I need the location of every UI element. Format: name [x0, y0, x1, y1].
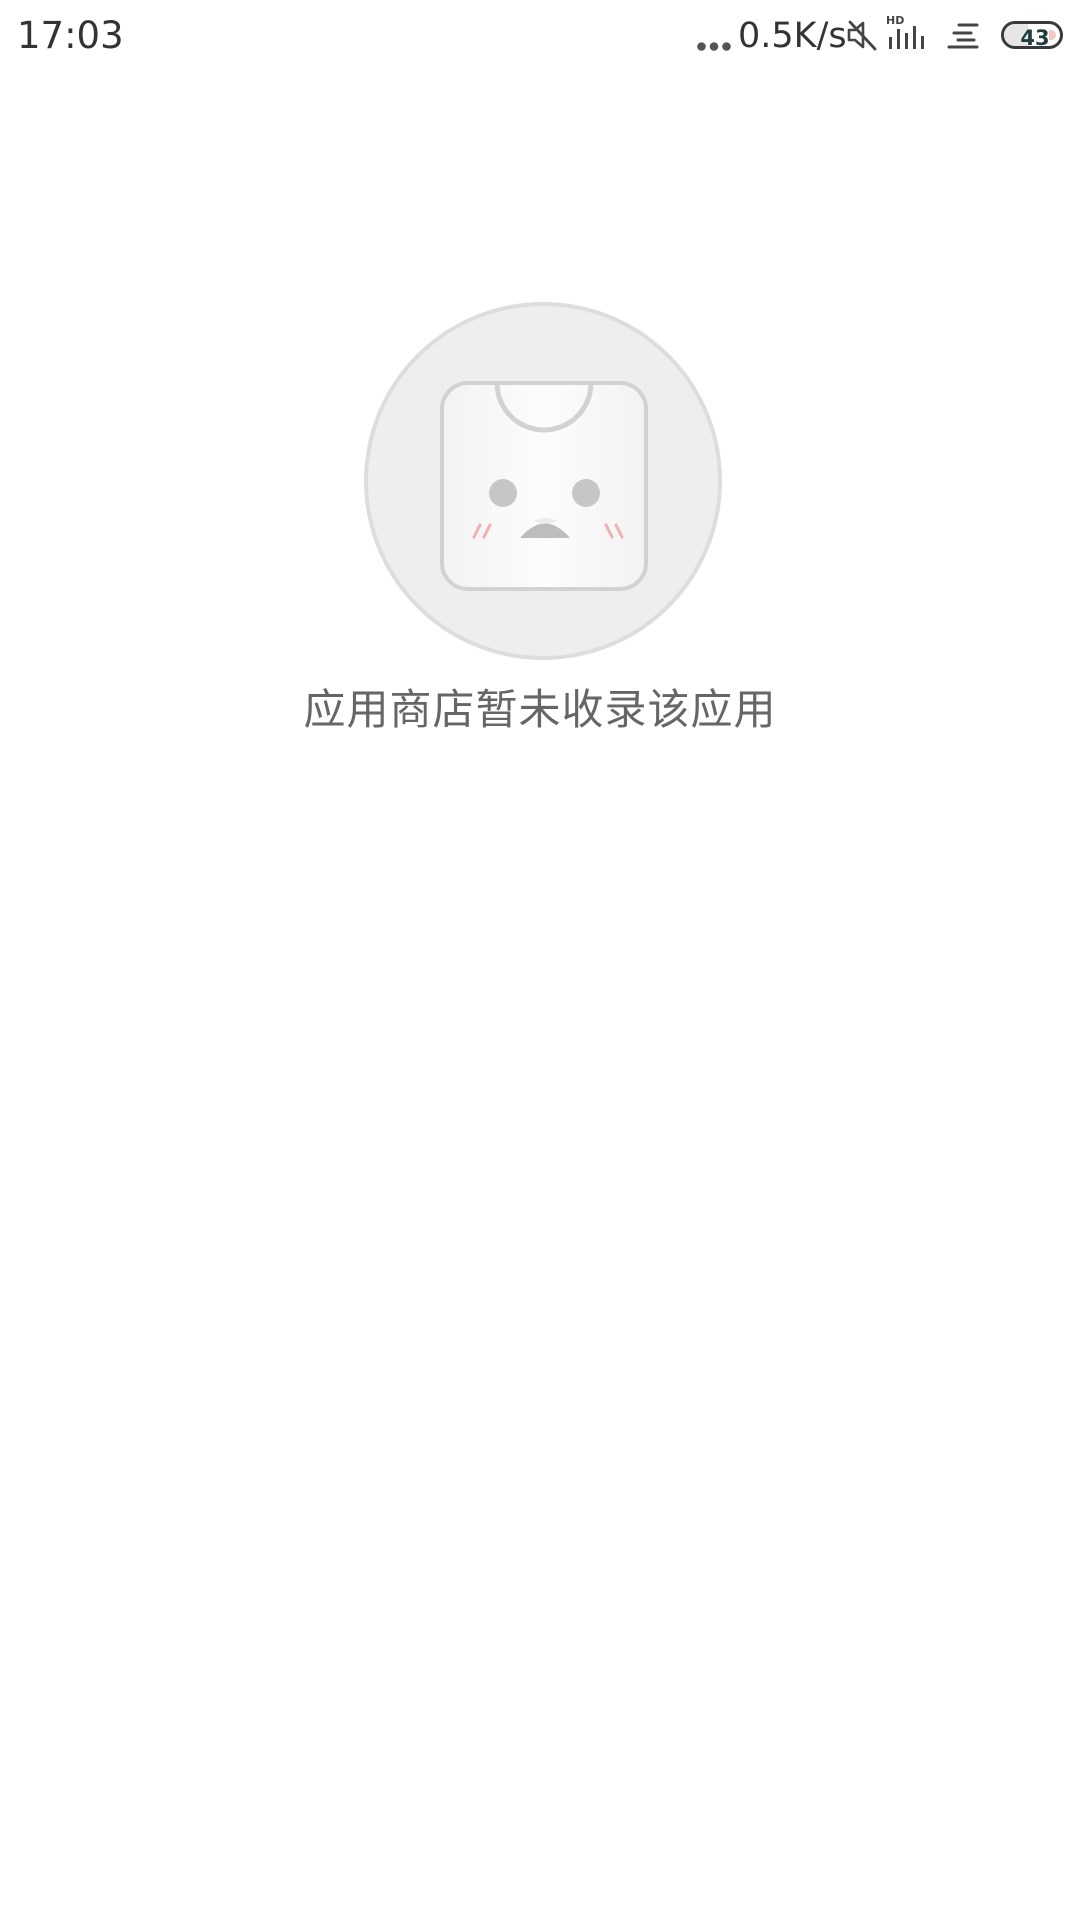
empty-state-message: 应用商店暂未收录该应用: [303, 685, 777, 734]
battery-icon: 43: [1001, 21, 1063, 49]
network-speed: 0.5K/s: [738, 16, 847, 56]
status-time: 17:03: [17, 14, 124, 57]
mute-icon: [847, 20, 877, 51]
signal-hd-badge: HD: [886, 14, 904, 27]
battery-shell: 43: [1001, 21, 1063, 49]
more-dots-icon: [697, 42, 731, 51]
signal-icon: HD: [886, 14, 924, 49]
notification-icon: [947, 23, 979, 49]
sad-app-store-bag-icon: [364, 302, 722, 660]
status-bar: 17:03 0.5K/s HD 43: [0, 0, 1080, 74]
battery-level: 43: [1020, 26, 1050, 49]
bag-body: [440, 381, 648, 591]
bag-left-eye: [489, 479, 517, 507]
bag-right-eye: [572, 479, 600, 507]
